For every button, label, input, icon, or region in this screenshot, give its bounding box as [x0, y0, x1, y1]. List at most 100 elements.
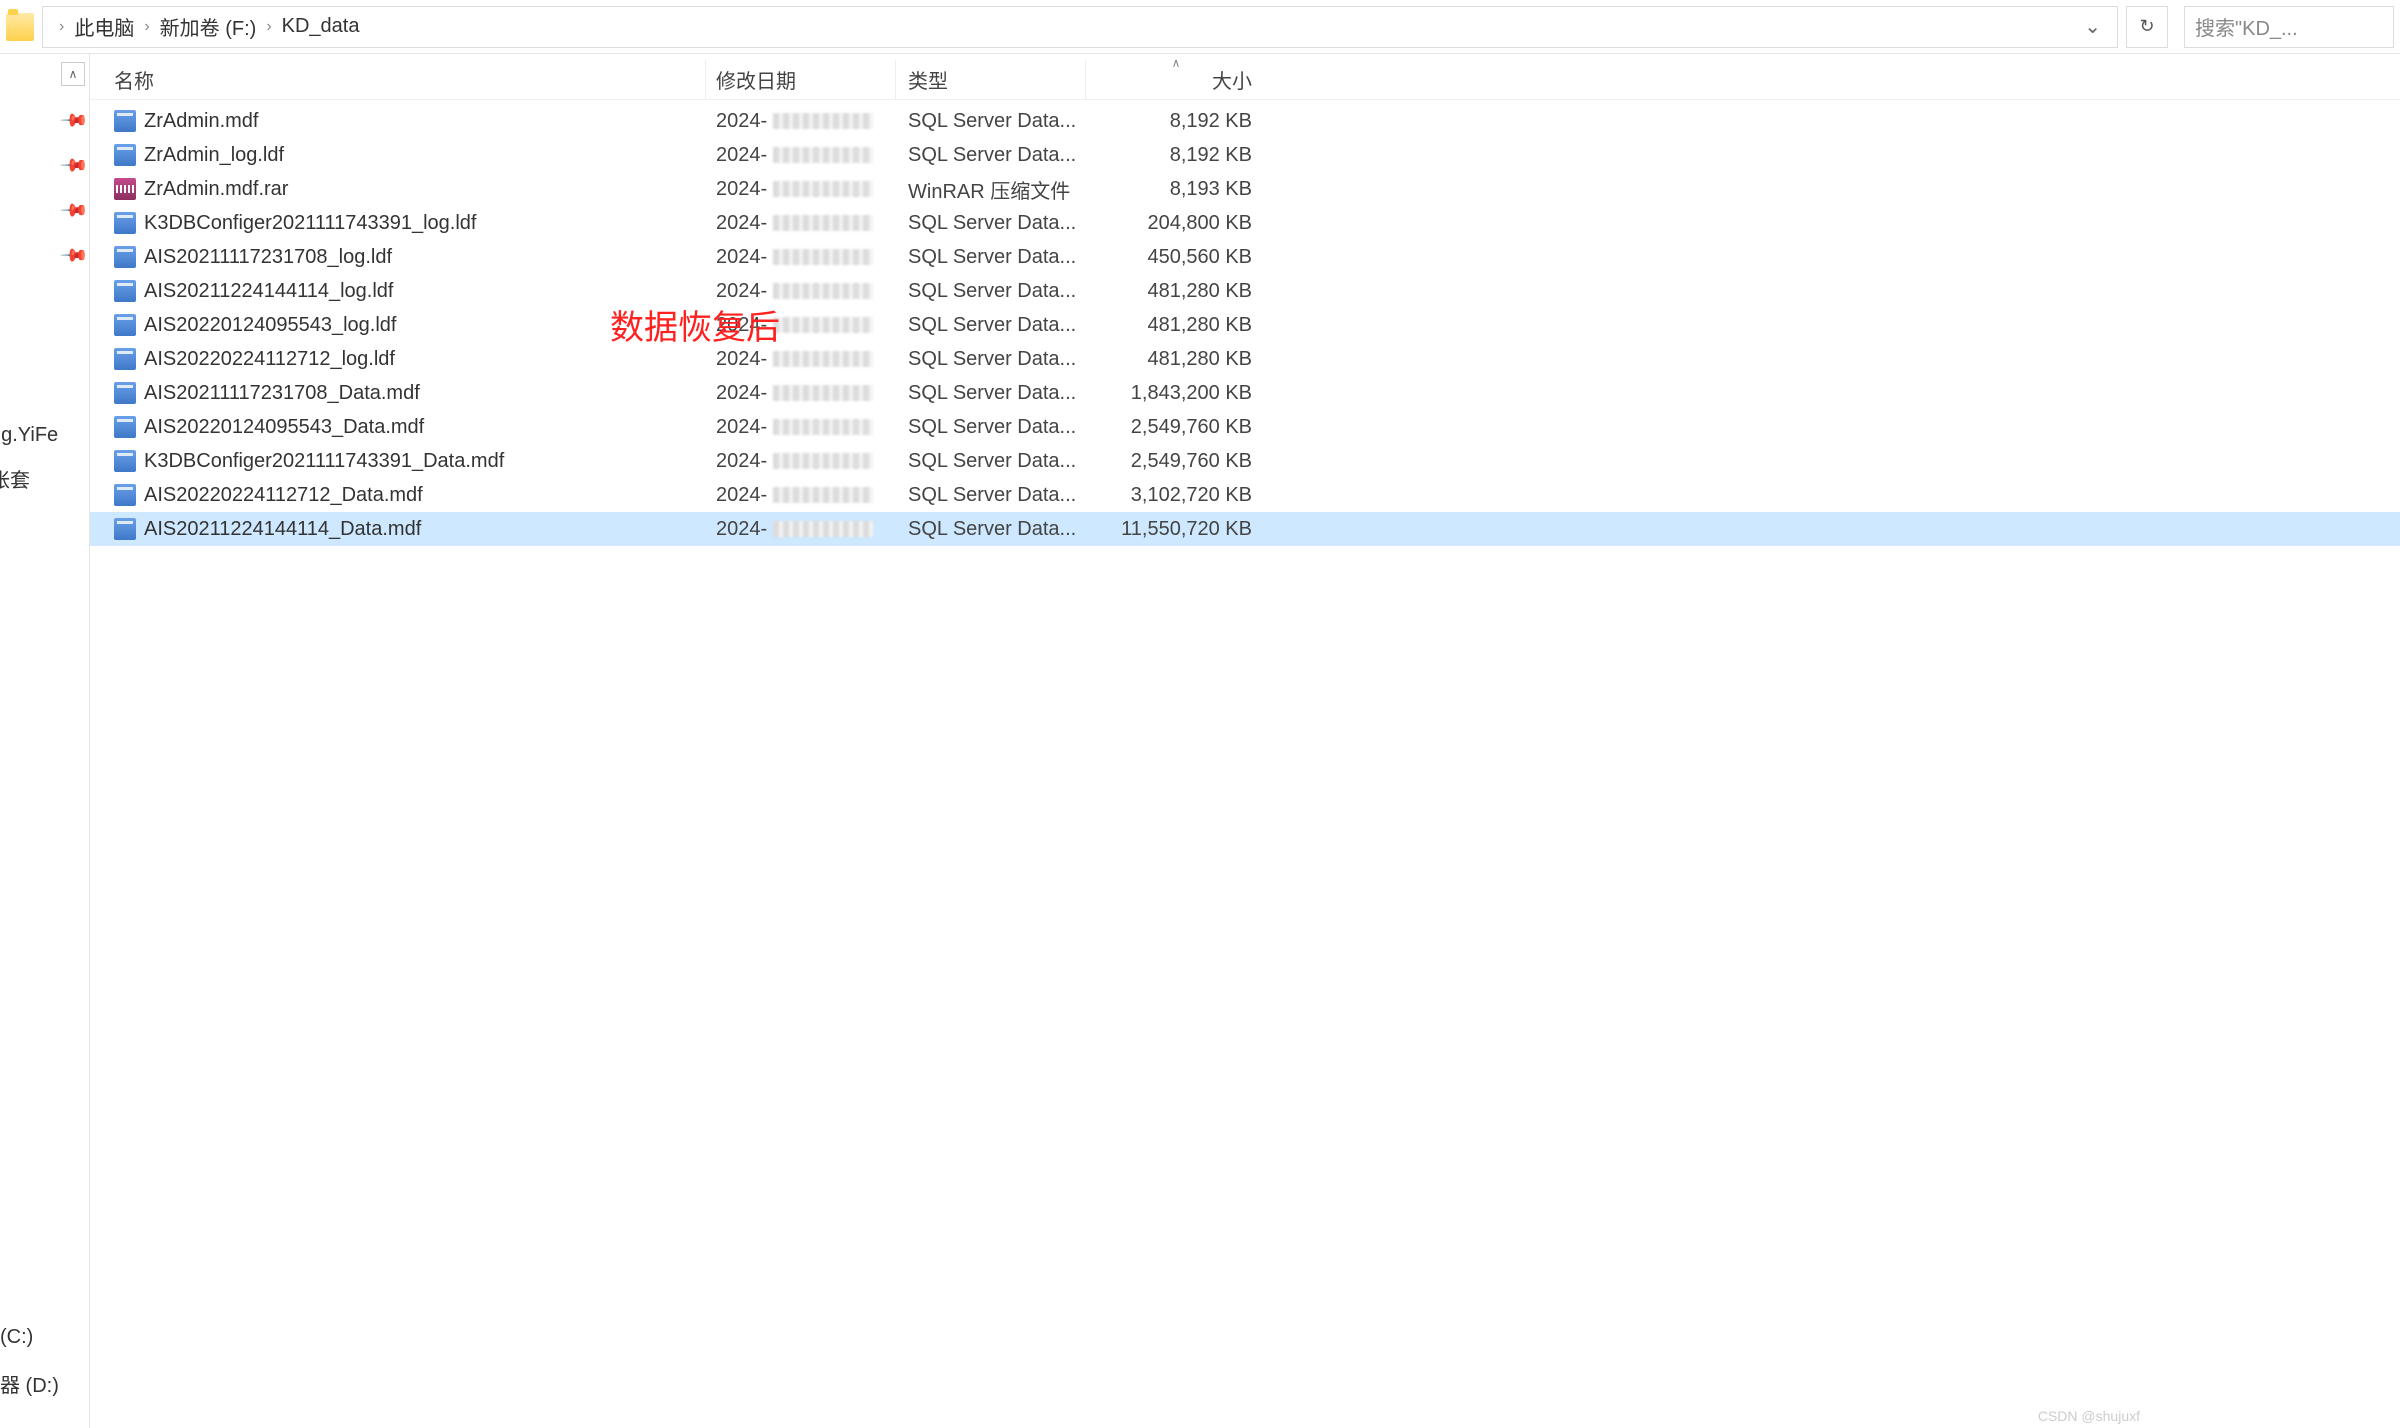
file-date-prefix: 2024-	[716, 348, 767, 371]
file-name-cell: AIS20211117231708_log.ldf	[106, 246, 706, 269]
file-name-cell: AIS20211224144114_Data.mdf	[106, 518, 706, 541]
file-date-cell: 2024-	[706, 314, 896, 337]
database-file-icon	[114, 144, 136, 166]
file-row[interactable]: K3DBConfiger2021111743391_Data.mdf2024-S…	[90, 444, 2400, 478]
file-name-cell: AIS20220224112712_log.ldf	[106, 348, 706, 371]
file-row[interactable]: AIS20211224144114_log.ldf2024-SQL Server…	[90, 274, 2400, 308]
file-name-label: AIS20211117231708_Data.mdf	[144, 382, 420, 405]
column-header-label: 类型	[908, 65, 948, 94]
breadcrumb-segment[interactable]: 此电脑	[74, 12, 134, 41]
redacted-date	[773, 283, 873, 299]
file-type-cell: SQL Server Data...	[896, 212, 1086, 235]
sidebar-drive-label[interactable]: (C:)	[0, 1326, 59, 1349]
database-file-icon	[114, 518, 136, 540]
file-date-cell: 2024-	[706, 518, 896, 541]
column-header-date[interactable]: 修改日期	[706, 60, 896, 99]
pin-icon[interactable]: 📌	[58, 105, 89, 136]
main-area: ∧ 📌 📌 📌 📌 ng.YiFe 帐套 (C:) 器 (D:) 名称 修改日期…	[0, 54, 2400, 1428]
refresh-button[interactable]: ↻	[2126, 6, 2168, 48]
file-date-prefix: 2024-	[716, 450, 767, 473]
file-size-cell: 2,549,760 KB	[1086, 416, 1266, 439]
file-type-cell: SQL Server Data...	[896, 246, 1086, 269]
redacted-date	[773, 249, 873, 265]
file-name-label: AIS20220224112712_Data.mdf	[144, 484, 423, 507]
sidebar-item-label[interactable]: ng.YiFe	[0, 424, 58, 447]
file-name-label: AIS20211117231708_log.ldf	[144, 246, 392, 269]
file-date-prefix: 2024-	[716, 416, 767, 439]
redacted-date	[773, 385, 873, 401]
file-size-cell: 8,192 KB	[1086, 144, 1266, 167]
file-date-prefix: 2024-	[716, 246, 767, 269]
database-file-icon	[114, 382, 136, 404]
file-date-cell: 2024-	[706, 110, 896, 133]
file-size-cell: 450,560 KB	[1086, 246, 1266, 269]
file-row[interactable]: AIS20220224112712_log.ldf2024-SQL Server…	[90, 342, 2400, 376]
file-row[interactable]: ZrAdmin.mdf2024-SQL Server Data...8,192 …	[90, 104, 2400, 138]
column-header-type[interactable]: 类型	[896, 60, 1086, 99]
database-file-icon	[114, 212, 136, 234]
file-date-prefix: 2024-	[716, 212, 767, 235]
file-date-prefix: 2024-	[716, 280, 767, 303]
file-name-cell: ZrAdmin.mdf.rar	[106, 178, 706, 201]
pin-icon[interactable]: 📌	[58, 195, 89, 226]
pin-icon[interactable]: 📌	[58, 150, 89, 181]
database-file-icon	[114, 416, 136, 438]
redacted-date	[773, 147, 873, 163]
archive-file-icon	[114, 178, 136, 200]
file-date-prefix: 2024-	[716, 178, 767, 201]
redacted-date	[773, 317, 873, 333]
column-header-label: 名称	[114, 65, 154, 94]
pin-icon[interactable]: 📌	[58, 240, 89, 271]
file-size-cell: 8,192 KB	[1086, 110, 1266, 133]
redacted-date	[773, 113, 873, 129]
file-name-cell: AIS20220124095543_Data.mdf	[106, 416, 706, 439]
file-row[interactable]: K3DBConfiger2021111743391_log.ldf2024-SQ…	[90, 206, 2400, 240]
file-type-cell: SQL Server Data...	[896, 416, 1086, 439]
scroll-up-button[interactable]: ∧	[61, 62, 85, 86]
database-file-icon	[114, 484, 136, 506]
breadcrumb[interactable]: › 此电脑 › 新加卷 (F:) › KD_data ⌄	[42, 6, 2118, 48]
file-type-cell: SQL Server Data...	[896, 314, 1086, 337]
file-name-cell: AIS20220124095543_log.ldf	[106, 314, 706, 337]
file-list-pane: 名称 修改日期 类型 ∧ 大小 ZrAdmin.mdf2024-SQL Serv…	[90, 54, 2400, 1428]
navigation-pane[interactable]: ∧ 📌 📌 📌 📌 ng.YiFe 帐套 (C:) 器 (D:)	[0, 54, 90, 1428]
redacted-date	[773, 351, 873, 367]
chevron-down-icon[interactable]: ⌄	[2078, 14, 2107, 39]
sidebar-item-label[interactable]: 帐套	[0, 464, 30, 493]
file-date-cell: 2024-	[706, 246, 896, 269]
file-name-label: AIS20220124095543_Data.mdf	[144, 416, 424, 439]
file-size-cell: 481,280 KB	[1086, 348, 1266, 371]
column-header-label: 修改日期	[716, 65, 796, 94]
file-size-cell: 204,800 KB	[1086, 212, 1266, 235]
file-date-cell: 2024-	[706, 382, 896, 405]
file-size-cell: 8,193 KB	[1086, 178, 1266, 201]
file-row[interactable]: AIS20211117231708_Data.mdf2024-SQL Serve…	[90, 376, 2400, 410]
database-file-icon	[114, 280, 136, 302]
column-header-name[interactable]: 名称	[106, 60, 706, 99]
file-name-cell: ZrAdmin.mdf	[106, 110, 706, 133]
file-name-label: ZrAdmin.mdf.rar	[144, 178, 288, 201]
file-name-label: ZrAdmin.mdf	[144, 110, 258, 133]
file-row[interactable]: AIS20220124095543_Data.mdf 2024- SQL Serve…	[90, 410, 2400, 444]
file-date-cell: 2024-	[706, 212, 896, 235]
file-type-cell: SQL Server Data...	[896, 484, 1086, 507]
file-name-cell: AIS20211224144114_log.ldf	[106, 280, 706, 303]
explorer-window: › 此电脑 › 新加卷 (F:) › KD_data ⌄ ↻ 搜索"KD_...…	[0, 0, 2400, 1428]
address-bar: › 此电脑 › 新加卷 (F:) › KD_data ⌄ ↻ 搜索"KD_...	[0, 0, 2400, 54]
file-rows: ZrAdmin.mdf2024-SQL Server Data...8,192 …	[90, 100, 2400, 1428]
redacted-date	[773, 215, 873, 231]
file-row[interactable]: ZrAdmin.mdf.rar2024-WinRAR 压缩文件8,193 KB	[90, 172, 2400, 206]
breadcrumb-segment[interactable]: KD_data	[282, 15, 360, 38]
file-row[interactable]: ZrAdmin_log.ldf2024-SQL Server Data...8,…	[90, 138, 2400, 172]
file-row[interactable]: AIS20211117231708_log.ldf 2024- SQL Server…	[90, 240, 2400, 274]
sidebar-drive-label[interactable]: 器 (D:)	[0, 1369, 59, 1398]
file-row[interactable]: AIS20220124095543_log.ldf2024-SQL Server…	[90, 308, 2400, 342]
breadcrumb-segment[interactable]: 新加卷 (F:)	[160, 12, 257, 41]
file-row[interactable]: AIS20211224144114_Data.mdf2024-SQL Serve…	[90, 512, 2400, 546]
column-header-size[interactable]: ∧ 大小	[1086, 60, 1266, 99]
search-input[interactable]: 搜索"KD_...	[2184, 6, 2394, 48]
file-name-cell: AIS20211117231708_Data.mdf	[106, 382, 706, 405]
file-type-cell: SQL Server Data...	[896, 450, 1086, 473]
file-row[interactable]: AIS20220224112712_Data.mdf2024-SQL Serve…	[90, 478, 2400, 512]
file-date-cell: 2024-	[706, 144, 896, 167]
